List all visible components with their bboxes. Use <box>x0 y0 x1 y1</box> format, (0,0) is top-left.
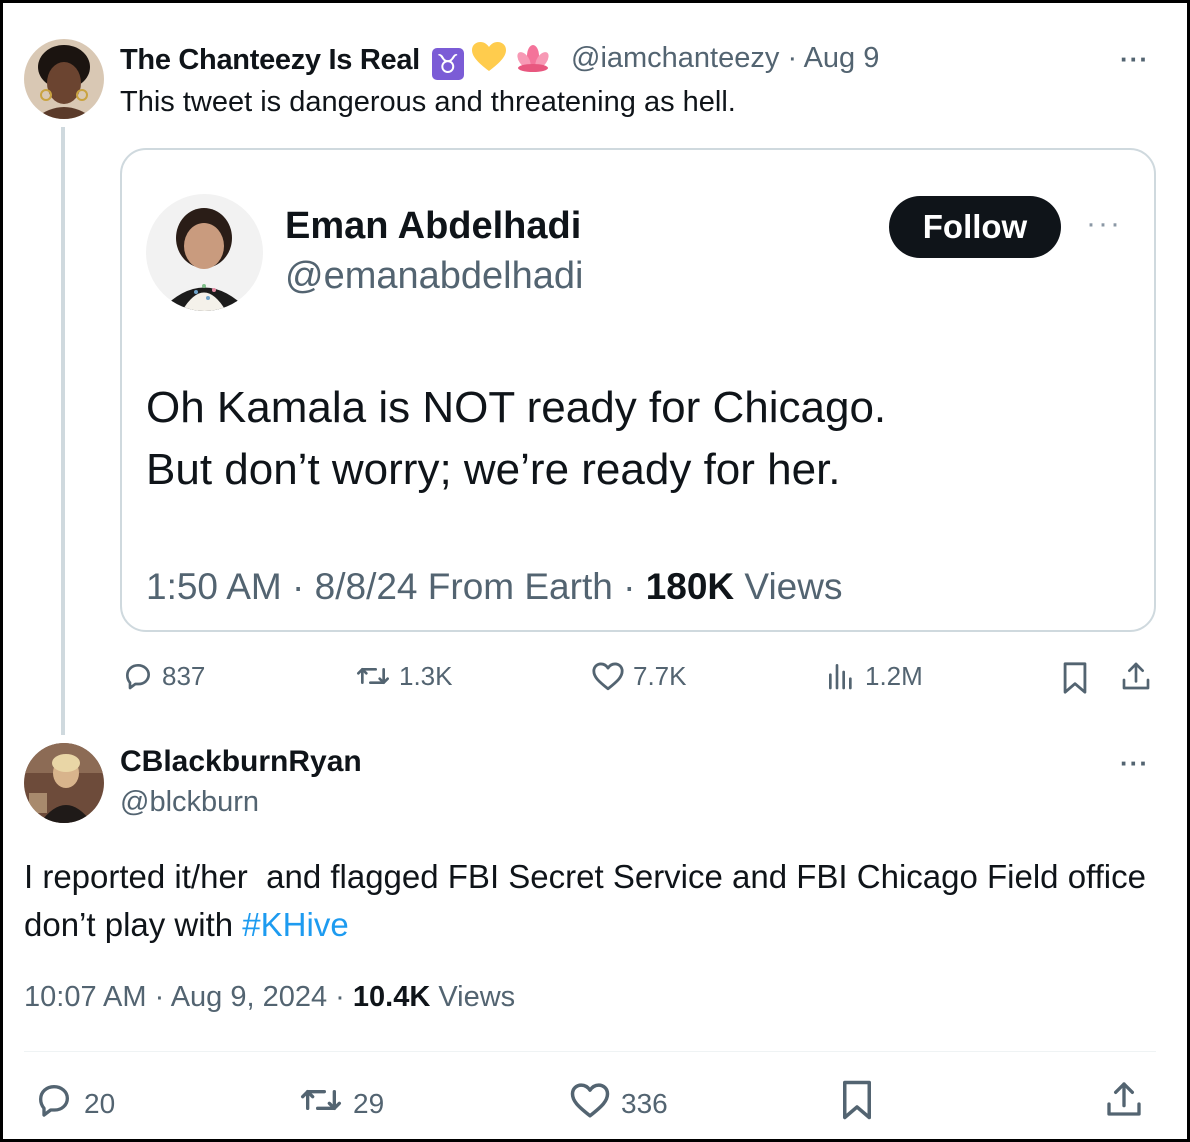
like-icon <box>591 660 625 692</box>
quote-timestamp: 1:50 AM · 8/8/24 From Earth · <box>146 566 646 607</box>
reply-views-label: Views <box>430 981 516 1013</box>
reply-meta: 10:07 AM · Aug 9, 2024 · 10.4K Views <box>24 981 515 1014</box>
reply-repost-action[interactable]: 29 <box>299 1080 384 1127</box>
taurus-icon: ♉ <box>431 48 464 80</box>
reply-icon <box>122 660 154 692</box>
quote-more-icon[interactable]: ··· <box>1086 207 1122 241</box>
meta-separator: · <box>787 42 798 74</box>
reply-reply-action[interactable]: 20 <box>34 1080 115 1127</box>
yellow-heart-icon <box>471 41 507 81</box>
repost-icon <box>355 660 391 692</box>
tweet-meta: @iamchanteezy · Aug 9 <box>571 42 879 75</box>
reply-action[interactable]: 837 <box>122 660 205 692</box>
follow-button[interactable]: Follow <box>889 196 1061 258</box>
reply-like-count: 336 <box>621 1087 668 1119</box>
avatar-chanteezy[interactable] <box>24 39 104 119</box>
bookmark-icon[interactable] <box>1060 661 1090 700</box>
author-handle[interactable]: @iamchanteezy <box>571 42 779 74</box>
reply-text: I reported it/her and flagged FBI Secret… <box>24 853 1164 949</box>
reply-like-action[interactable]: 336 <box>569 1080 668 1127</box>
thread-line <box>61 127 65 735</box>
more-icon[interactable]: ··· <box>1120 44 1149 75</box>
quote-text-line-2: But don’t worry; we’re ready for her. <box>146 445 841 494</box>
reply-reply-count: 20 <box>84 1087 116 1119</box>
hashtag-link[interactable]: #KHive <box>242 906 348 943</box>
repost-icon <box>299 1080 343 1127</box>
quote-meta: 1:50 AM · 8/8/24 From Earth · 180K Views <box>146 566 842 608</box>
like-action[interactable]: 7.7K <box>591 660 687 692</box>
share-icon[interactable] <box>1120 659 1152 698</box>
like-count: 7.7K <box>633 660 687 691</box>
tweet-date[interactable]: Aug 9 <box>804 42 880 74</box>
reply-timestamp[interactable]: 10:07 AM · Aug 9, 2024 · <box>24 981 353 1013</box>
quote-text-line-1: Oh Kamala is NOT ready for Chicago. <box>146 383 887 432</box>
reply-author-name[interactable]: CBlackburnRyan <box>120 745 362 779</box>
reply-icon <box>34 1080 74 1127</box>
quote-author-handle[interactable]: @emanabdelhadi <box>285 255 583 298</box>
screenshot-frame: The Chanteezy Is Real ♉ @iamchanteezy · … <box>0 0 1190 1142</box>
views-action[interactable]: 1.2M <box>825 660 923 692</box>
repost-count: 1.3K <box>399 660 453 691</box>
quote-text: Oh Kamala is NOT ready for Chicago. But … <box>146 377 886 501</box>
reply-repost-count: 29 <box>353 1087 385 1119</box>
reply-bookmark-icon[interactable] <box>839 1079 875 1126</box>
like-icon <box>569 1080 611 1127</box>
repost-action[interactable]: 1.3K <box>355 660 453 692</box>
quote-views-count: 180K <box>645 566 735 607</box>
quote-views-label: Views <box>734 566 843 607</box>
tweet-author-name[interactable]: The Chanteezy Is Real ♉ <box>120 41 551 81</box>
views-count: 1.2M <box>865 660 923 691</box>
reply-more-icon[interactable]: ··· <box>1120 748 1149 779</box>
reply-author-handle[interactable]: @blckburn <box>120 786 259 819</box>
reply-share-icon[interactable] <box>1104 1079 1144 1124</box>
reply-views-count: 10.4K <box>352 981 431 1013</box>
reply-count: 837 <box>162 660 206 691</box>
tweet-text: This tweet is dangerous and threatening … <box>120 86 736 118</box>
author-name-text[interactable]: The Chanteezy Is Real <box>120 44 420 76</box>
lotus-icon <box>515 43 551 81</box>
views-icon <box>825 660 857 692</box>
quote-author-name[interactable]: Eman Abdelhadi <box>285 205 581 248</box>
reply-text-body: I reported it/her and flagged FBI Secret… <box>24 858 1156 943</box>
avatar-blckburn[interactable] <box>24 743 104 823</box>
divider <box>24 1051 1156 1052</box>
avatar-eman[interactable] <box>146 194 263 311</box>
